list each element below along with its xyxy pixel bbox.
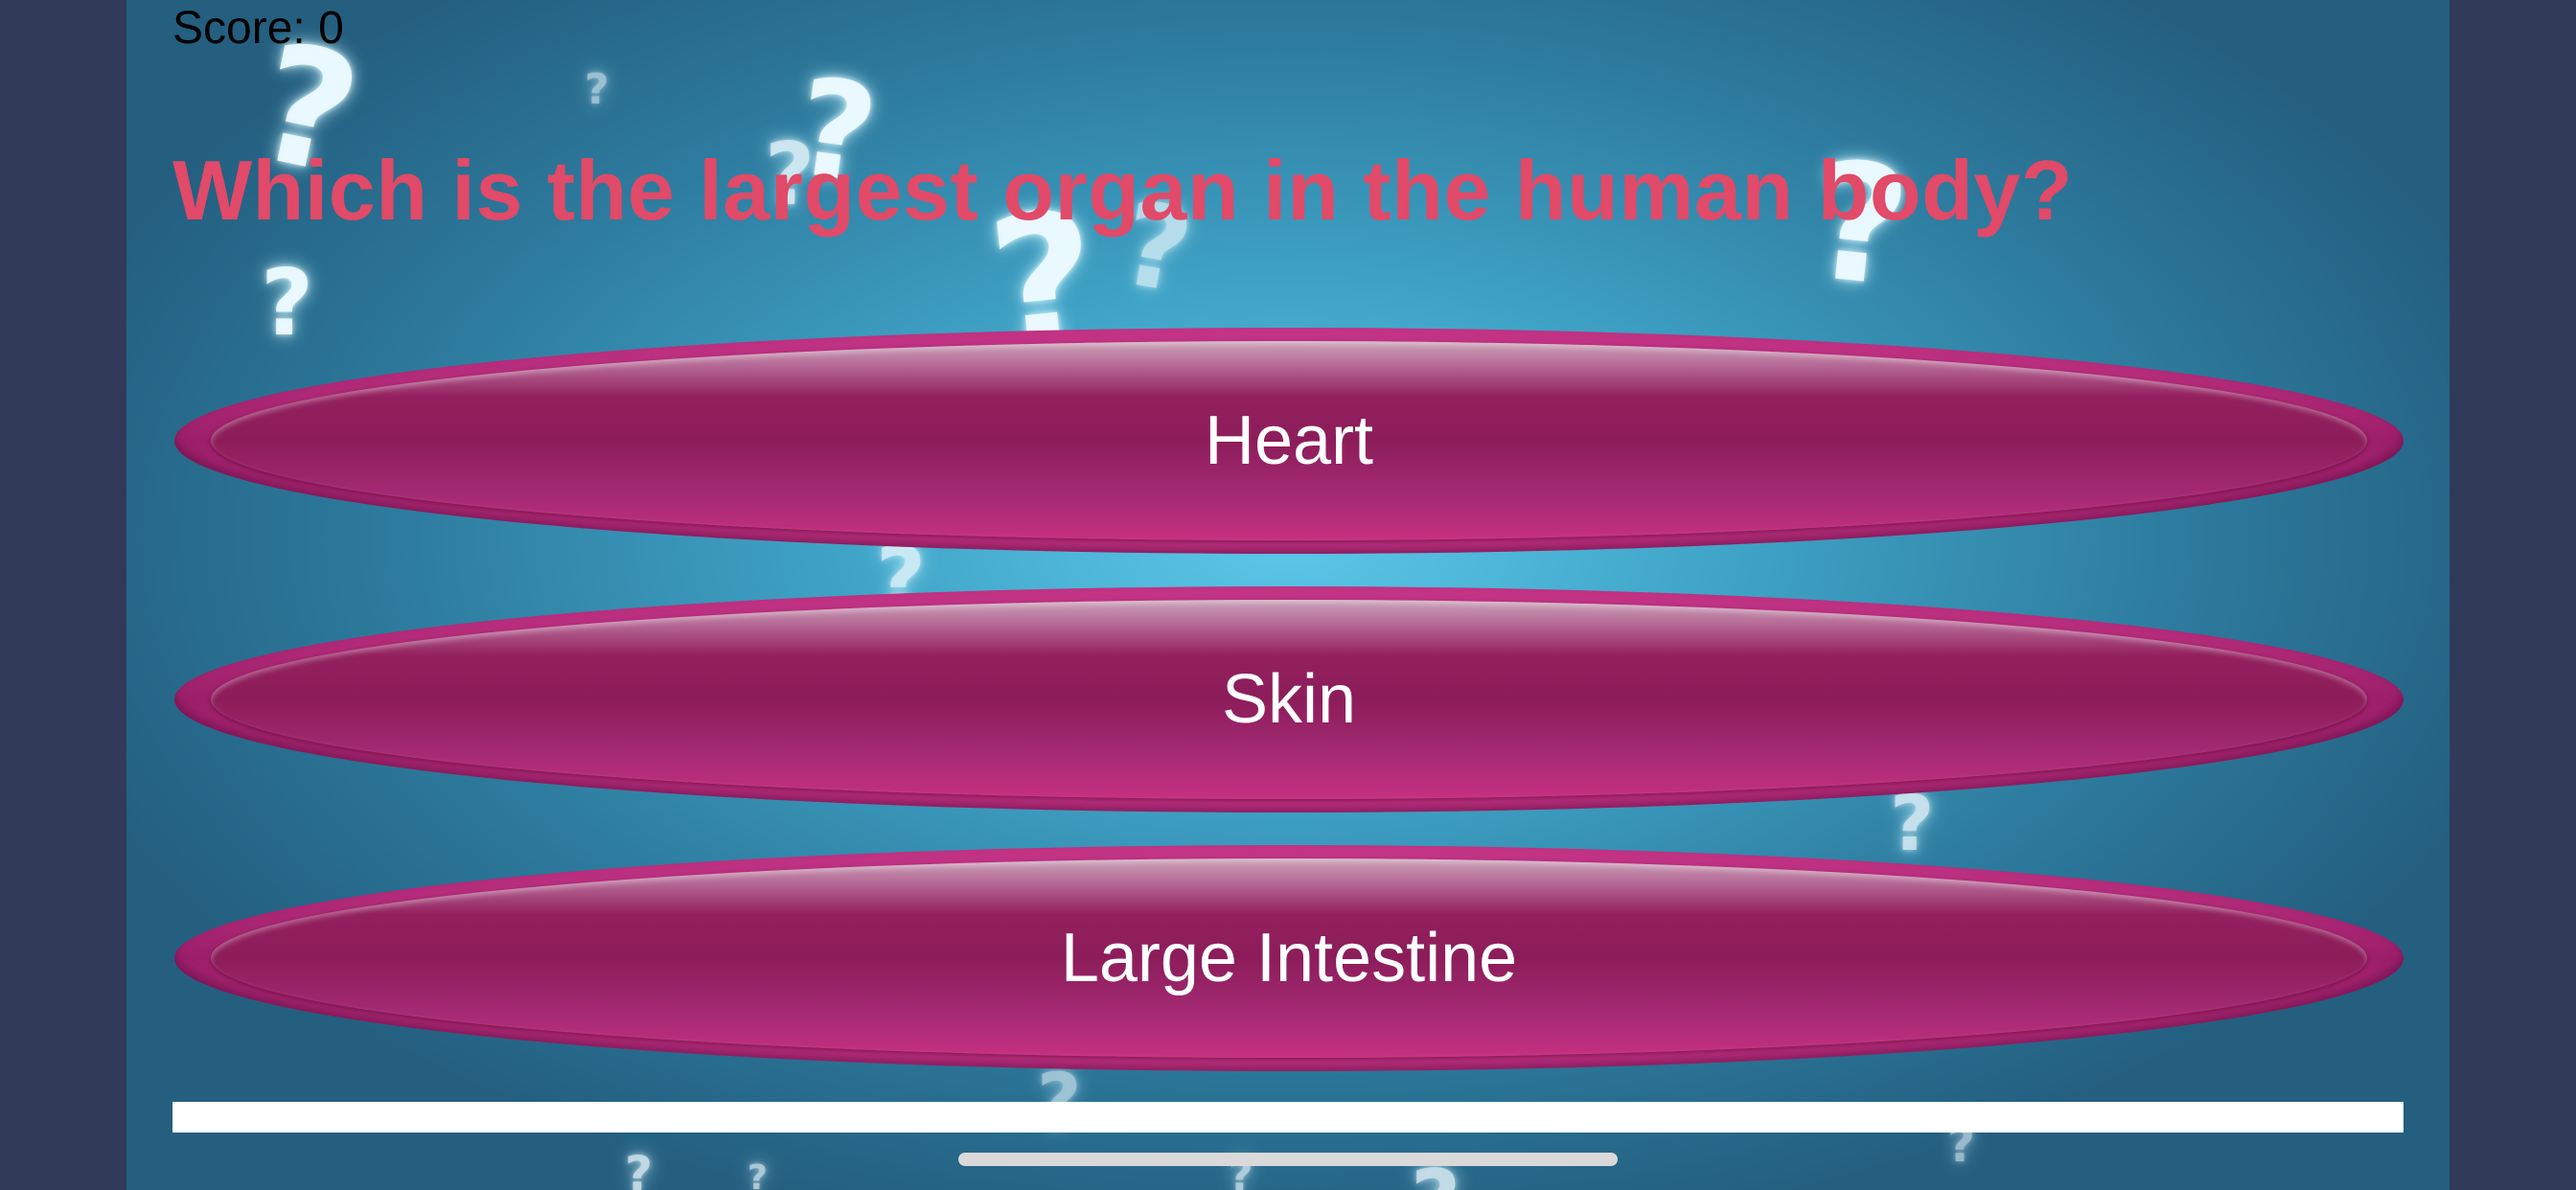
answer-button-large-intestine[interactable]: Large Intestine: [174, 845, 2404, 1071]
question-mark-icon: ?: [585, 65, 610, 114]
answer-label: Large Intestine: [1060, 920, 1518, 996]
answer-button-heart[interactable]: Heart: [174, 328, 2404, 554]
question-mark-icon: ?: [625, 1146, 654, 1190]
answer-button-skin[interactable]: Skin: [174, 586, 2404, 812]
score-label: Score: 0: [172, 3, 344, 54]
quiz-screen: ? ? ? ? ? ? ? ? ? ? ? ? ? ? ? ? Score: 0…: [0, 0, 2576, 1190]
home-indicator[interactable]: [958, 1153, 1618, 1166]
answer-label: Skin: [1221, 661, 1357, 738]
timer-progress-bar: [172, 1102, 2404, 1133]
question-mark-icon: ?: [1890, 779, 1935, 868]
question-mark-icon: ?: [748, 1158, 768, 1190]
question-text: Which is the largest organ in the human …: [172, 143, 2074, 238]
answer-label: Heart: [1204, 402, 1374, 479]
question-mark-icon: ?: [261, 251, 314, 356]
timer-progress-fill: [172, 1102, 2404, 1133]
